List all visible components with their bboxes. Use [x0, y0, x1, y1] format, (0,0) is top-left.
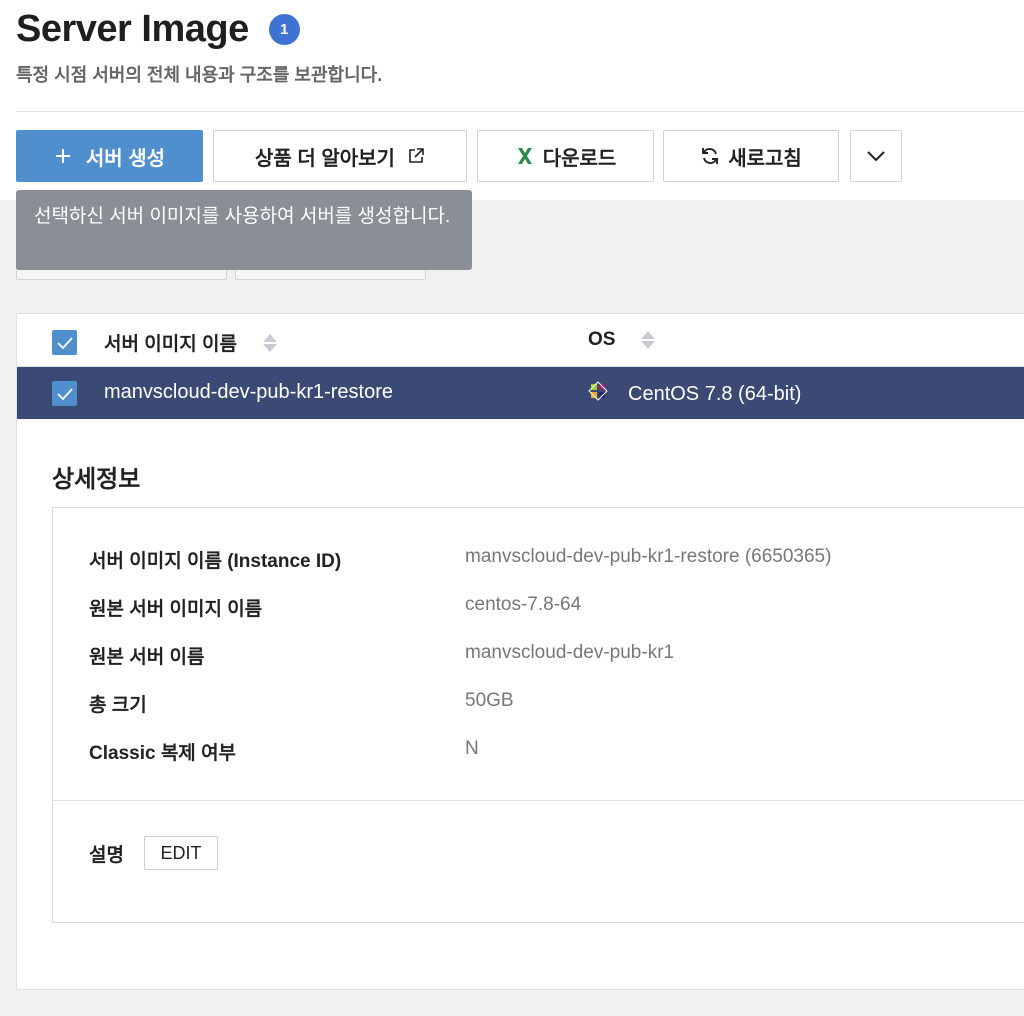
column-header-image-name[interactable]: 서버 이미지 이름: [104, 329, 277, 356]
column-header-label: 서버 이미지 이름: [104, 334, 237, 355]
refresh-label: 새로고침: [728, 147, 802, 170]
header-divider: [16, 111, 1024, 112]
detail-label-instance-id: 서버 이미지 이름 (Instance ID): [89, 551, 342, 572]
sort-icon[interactable]: [262, 333, 277, 352]
detail-value-classic-copy: N: [465, 738, 479, 759]
create-server-tooltip: 선택하신 서버 이미지를 사용하여 서버를 생성합니다.: [16, 190, 472, 270]
refresh-icon: [700, 146, 720, 166]
chevron-down-icon: [866, 150, 886, 162]
count-badge: 1: [268, 14, 300, 45]
learn-more-label: 상품 더 알아보기: [255, 147, 395, 170]
excel-icon: [515, 146, 535, 166]
table-header: 서버 이미지 이름 OS: [17, 314, 1024, 367]
detail-label-source-image: 원본 서버 이미지 이름: [89, 599, 263, 620]
download-button[interactable]: 다운로드: [477, 130, 654, 182]
centos-icon: [588, 381, 608, 407]
page-subtitle: 특정 시점 서버의 전체 내용과 구조를 보관합니다.: [16, 65, 383, 85]
description-label: 설명: [89, 845, 124, 866]
select-all-checkbox[interactable]: [52, 330, 77, 355]
title-row: Server Image 1: [16, 8, 300, 51]
detail-box: 서버 이미지 이름 (Instance ID) manvscloud-dev-p…: [52, 507, 1024, 923]
expand-toolbar-button[interactable]: [850, 130, 902, 182]
os-cell: CentOS 7.8 (64-bit): [588, 381, 801, 407]
detail-value-source-image: centos-7.8-64: [465, 594, 582, 615]
row-checkbox[interactable]: [52, 381, 77, 406]
create-server-button[interactable]: 서버 생성: [16, 130, 203, 182]
header-area: Server Image 1 특정 시점 서버의 전체 내용과 구조를 보관합니…: [0, 0, 1024, 200]
detail-value-total-size: 50GB: [465, 690, 514, 711]
sort-icon[interactable]: [641, 331, 656, 349]
download-label: 다운로드: [542, 147, 617, 170]
plus-icon: [54, 147, 72, 165]
refresh-button[interactable]: 새로고침: [663, 130, 839, 182]
detail-value-instance-id: manvscloud-dev-pub-kr1-restore (6650365): [465, 546, 832, 567]
column-header-label: OS: [588, 329, 616, 350]
page-title: Server Image: [16, 8, 249, 50]
external-link-icon: [407, 147, 425, 165]
edit-description-button[interactable]: EDIT: [144, 836, 218, 870]
detail-title: 상세정보: [52, 466, 141, 493]
detail-label-classic-copy: Classic 복제 여부: [89, 743, 237, 764]
learn-more-button[interactable]: 상품 더 알아보기: [213, 130, 467, 182]
image-name-cell: manvscloud-dev-pub-kr1-restore: [104, 381, 394, 403]
os-label: CentOS 7.8 (64-bit): [628, 382, 802, 405]
create-server-label: 서버 생성: [85, 147, 166, 170]
server-image-panel: 서버 이미지 이름 OS manvscloud-dev-pub-kr1-rest…: [16, 313, 1024, 990]
detail-label-source-server: 원본 서버 이름: [89, 647, 205, 668]
table-row[interactable]: manvscloud-dev-pub-kr1-restore CentOS 7.…: [17, 367, 1024, 419]
column-header-os[interactable]: OS: [588, 329, 656, 351]
detail-label-total-size: 총 크기: [89, 695, 147, 716]
detail-value-source-server: manvscloud-dev-pub-kr1: [465, 642, 675, 663]
detail-divider: [53, 800, 1024, 801]
